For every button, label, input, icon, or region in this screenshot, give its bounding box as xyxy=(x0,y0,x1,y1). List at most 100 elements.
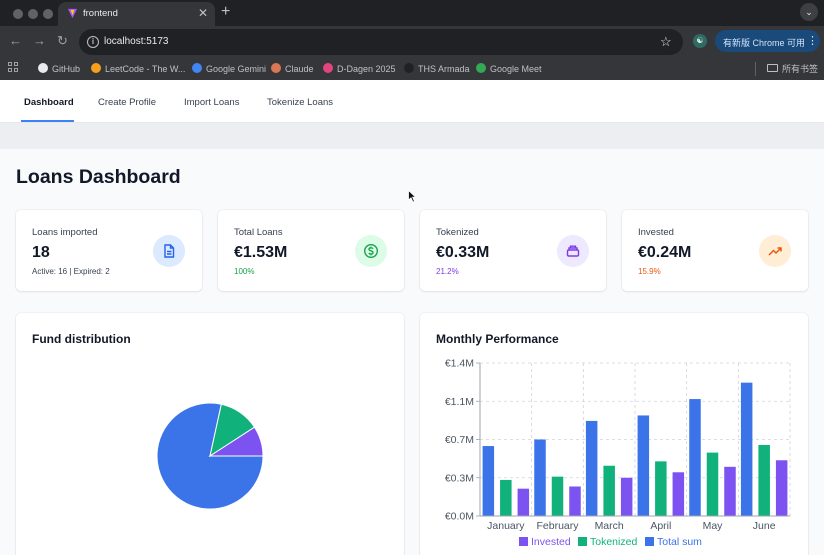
close-tab-icon[interactable]: ✕ xyxy=(198,6,208,20)
stat-value: €1.53M xyxy=(234,244,288,261)
d-dagen-icon xyxy=(323,63,333,73)
stat-subtext: Active: 16 | Expired: 2 xyxy=(32,267,110,276)
document-icon xyxy=(153,235,185,267)
bookmark-star-icon[interactable]: ☆ xyxy=(660,34,672,50)
stat-card-tokenized: Tokenized €0.33M 21.2% xyxy=(420,210,606,291)
bookmark-gemini[interactable]: Google Gemini xyxy=(192,62,266,76)
bar-tokenized-january[interactable] xyxy=(500,479,512,516)
bar-total-sum-may[interactable] xyxy=(689,399,701,516)
window-minimize-button[interactable] xyxy=(28,9,38,19)
tab-search-icon[interactable]: ⌄ xyxy=(800,3,818,21)
tab-dashboard[interactable]: Dashboard xyxy=(24,97,74,108)
apps-grid-icon[interactable] xyxy=(8,62,18,72)
trend-up-icon xyxy=(759,235,791,267)
stat-label: Invested xyxy=(638,227,674,238)
new-tab-icon[interactable]: + xyxy=(221,3,230,21)
bar-invested-february[interactable] xyxy=(569,486,581,516)
x-tick-label: June xyxy=(753,520,776,532)
stat-value: 18 xyxy=(32,244,50,261)
extension-icon[interactable]: ☯ xyxy=(693,34,707,48)
bar-invested-april[interactable] xyxy=(672,472,685,516)
legend-swatch xyxy=(578,537,587,546)
url-text: localhost:5173 xyxy=(104,36,169,47)
reload-icon[interactable]: ↻ xyxy=(57,34,68,48)
bookmark-d-dagen[interactable]: D-Dagen 2025 xyxy=(323,62,396,76)
folder-icon xyxy=(767,64,778,72)
bookmark-github[interactable]: GitHub xyxy=(38,62,80,76)
browser-tab[interactable]: frontend ✕ xyxy=(58,2,215,26)
stat-subtext: 15.9% xyxy=(638,267,661,276)
fund-distribution-pie-chart xyxy=(156,402,264,510)
header-band xyxy=(0,123,824,149)
tab-tokenize-loans[interactable]: Tokenize Loans xyxy=(267,97,333,108)
bookmark-ths-armada[interactable]: THS Armada xyxy=(404,62,470,76)
leetcode-icon xyxy=(91,63,101,73)
more-menu-icon[interactable]: ⋮ xyxy=(807,34,818,47)
bar-tokenized-april[interactable] xyxy=(655,461,667,516)
bookmark-leetcode[interactable]: LeetCode - The W... xyxy=(91,62,185,76)
legend-label: Total sum xyxy=(657,536,702,548)
update-label: 有新版 Chrome 可用 xyxy=(723,38,806,48)
address-bar[interactable]: i localhost:5173 ☆ xyxy=(79,29,683,55)
gemini-icon xyxy=(192,63,202,73)
bar-total-sum-june[interactable] xyxy=(740,382,753,516)
bar-tokenized-february[interactable] xyxy=(551,476,564,516)
bar-total-sum-march[interactable] xyxy=(585,420,598,516)
stat-subtext: 100% xyxy=(234,267,255,276)
stat-card-total-loans: Total Loans €1.53M 100% xyxy=(218,210,404,291)
bar-invested-march[interactable] xyxy=(620,477,633,516)
bar-invested-june[interactable] xyxy=(775,460,788,516)
dollar-icon xyxy=(355,235,387,267)
site-info-icon[interactable]: i xyxy=(87,36,99,48)
window-maximize-button[interactable] xyxy=(43,9,53,19)
x-tick-label: March xyxy=(595,520,624,532)
stat-label: Tokenized xyxy=(436,227,479,238)
stat-value: €0.24M xyxy=(638,244,692,261)
legend-label: Invested xyxy=(531,536,571,548)
legend-item-total-sum[interactable]: Total sum xyxy=(645,536,702,548)
monthly-performance-panel: Monthly Performance €0.0M €0.3M €0.7M €1.1M… xyxy=(420,313,808,555)
bar-total-sum-february[interactable] xyxy=(534,439,546,517)
y-tick-label: €1.4M xyxy=(445,358,474,370)
page-title: Loans Dashboard xyxy=(16,166,181,188)
active-tab-indicator xyxy=(21,120,74,122)
bar-total-sum-january[interactable] xyxy=(482,446,495,516)
legend-item-tokenized[interactable]: Tokenized xyxy=(578,536,637,548)
all-bookmarks-folder[interactable]: 所有书签 xyxy=(767,62,818,76)
x-tick-label: February xyxy=(536,520,579,532)
stack-icon xyxy=(557,235,589,267)
legend-item-invested[interactable]: Invested xyxy=(519,536,571,548)
tab-title: frontend xyxy=(83,8,118,19)
stat-card-invested: Invested €0.24M 15.9% xyxy=(622,210,808,291)
y-tick-label: €0.0M xyxy=(445,511,474,523)
bar-total-sum-april[interactable] xyxy=(637,415,650,516)
bar-tokenized-march[interactable] xyxy=(603,465,615,516)
back-icon[interactable]: ← xyxy=(9,34,22,48)
vite-logo-icon xyxy=(67,8,78,19)
x-tick-label: April xyxy=(650,520,671,532)
tab-create-profile[interactable]: Create Profile xyxy=(98,97,156,108)
legend-label: Tokenized xyxy=(590,536,637,548)
bar-tokenized-may[interactable] xyxy=(706,452,719,516)
stat-value: €0.33M xyxy=(436,244,490,261)
y-tick-label: €1.1M xyxy=(445,396,474,408)
forward-icon[interactable]: → xyxy=(33,34,46,48)
github-icon xyxy=(38,63,48,73)
y-tick-label: €0.7M xyxy=(445,434,474,446)
chrome-update-button[interactable]: 有新版 Chrome 可用 ⋮ xyxy=(715,30,820,52)
bookmark-google-meet[interactable]: Google Meet xyxy=(476,62,542,76)
bookmark-claude[interactable]: Claude xyxy=(271,62,314,76)
armada-icon xyxy=(404,63,414,73)
app-navigation: Dashboard Create Profile Import Loans To… xyxy=(0,80,824,123)
monthly-performance-bar-chart: €0.0M €0.3M €0.7M €1.1M €1.4M January February… xyxy=(445,358,791,548)
window-close-button[interactable] xyxy=(13,9,23,19)
stat-label: Total Loans xyxy=(234,227,283,238)
legend-swatch xyxy=(519,537,528,546)
bookmarks-bar: GitHub LeetCode - The W... Google Gemini… xyxy=(0,58,824,80)
mouse-cursor-icon xyxy=(408,190,417,203)
bar-invested-january[interactable] xyxy=(517,488,530,516)
bar-invested-may[interactable] xyxy=(724,466,736,516)
tab-import-loans[interactable]: Import Loans xyxy=(184,97,239,108)
x-tick-label: May xyxy=(703,520,724,532)
bar-tokenized-june[interactable] xyxy=(758,444,770,516)
